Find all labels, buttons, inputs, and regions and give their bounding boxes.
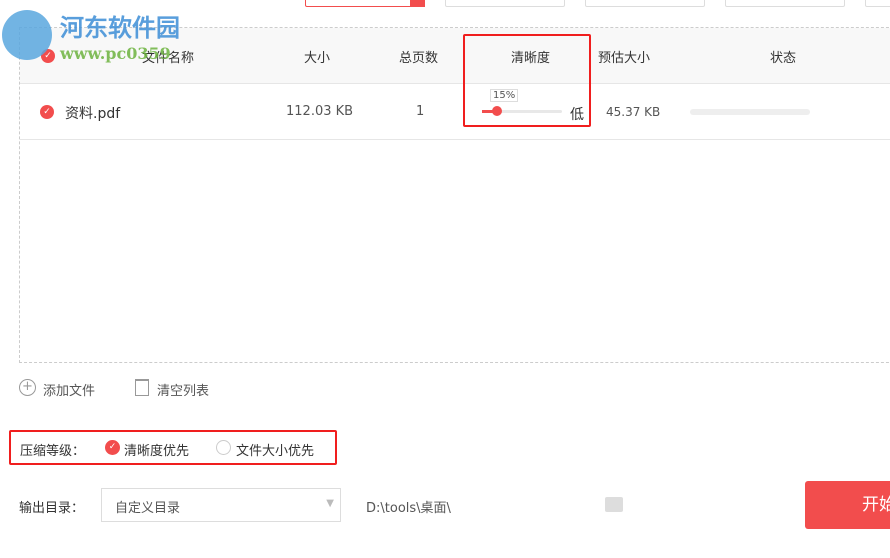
output-dir-value: 自定义目录 bbox=[115, 501, 181, 516]
header-pages: 总页数 bbox=[399, 51, 439, 66]
radio-clarity-first[interactable]: ✓ bbox=[105, 440, 120, 455]
output-label: 输出目录： bbox=[19, 501, 85, 516]
output-path: D:\tools\桌面\ bbox=[366, 501, 451, 516]
folder-icon[interactable] bbox=[605, 497, 623, 512]
clear-list-button[interactable]: 清空列表 bbox=[157, 380, 209, 399]
watermark-logo: 河东软件园 www.pc0359 bbox=[0, 6, 200, 66]
top-button-1[interactable] bbox=[305, 0, 425, 7]
logo-icon bbox=[2, 10, 52, 60]
file-name: 资料.pdf bbox=[65, 106, 121, 122]
chevron-down-icon: ▼ bbox=[326, 498, 334, 509]
estimated-size: 45.37 KB bbox=[606, 105, 661, 119]
header-status: 状态 bbox=[770, 51, 797, 66]
clarity-highlight-box bbox=[463, 34, 591, 127]
trash-icon[interactable] bbox=[135, 379, 149, 396]
top-button-4[interactable] bbox=[725, 0, 845, 7]
file-size: 112.03 KB bbox=[286, 104, 354, 119]
start-button[interactable]: 开始 bbox=[805, 481, 890, 529]
add-file-icon[interactable]: + bbox=[19, 379, 36, 396]
start-button-label: 开始 bbox=[862, 495, 890, 515]
option-size-first[interactable]: 文件大小优先 bbox=[236, 440, 314, 459]
option-clarity-first[interactable]: 清晰度优先 bbox=[124, 440, 189, 459]
add-file-button[interactable]: 添加文件 bbox=[43, 380, 95, 399]
dropdown-corner bbox=[410, 0, 425, 7]
row-checkbox[interactable]: ✓ bbox=[40, 105, 54, 119]
status-progress-bar bbox=[690, 109, 810, 115]
top-button-5[interactable] bbox=[865, 0, 890, 7]
compression-label: 压缩等级： bbox=[20, 444, 86, 459]
header-est-size: 预估大小 bbox=[598, 51, 651, 66]
radio-size-first[interactable] bbox=[216, 440, 231, 455]
header-size: 大小 bbox=[304, 51, 331, 66]
output-dir-select[interactable]: 自定义目录 ▼ bbox=[101, 488, 341, 522]
top-button-2[interactable] bbox=[445, 0, 565, 7]
page-count: 1 bbox=[416, 104, 425, 119]
top-button-3[interactable] bbox=[585, 0, 705, 7]
